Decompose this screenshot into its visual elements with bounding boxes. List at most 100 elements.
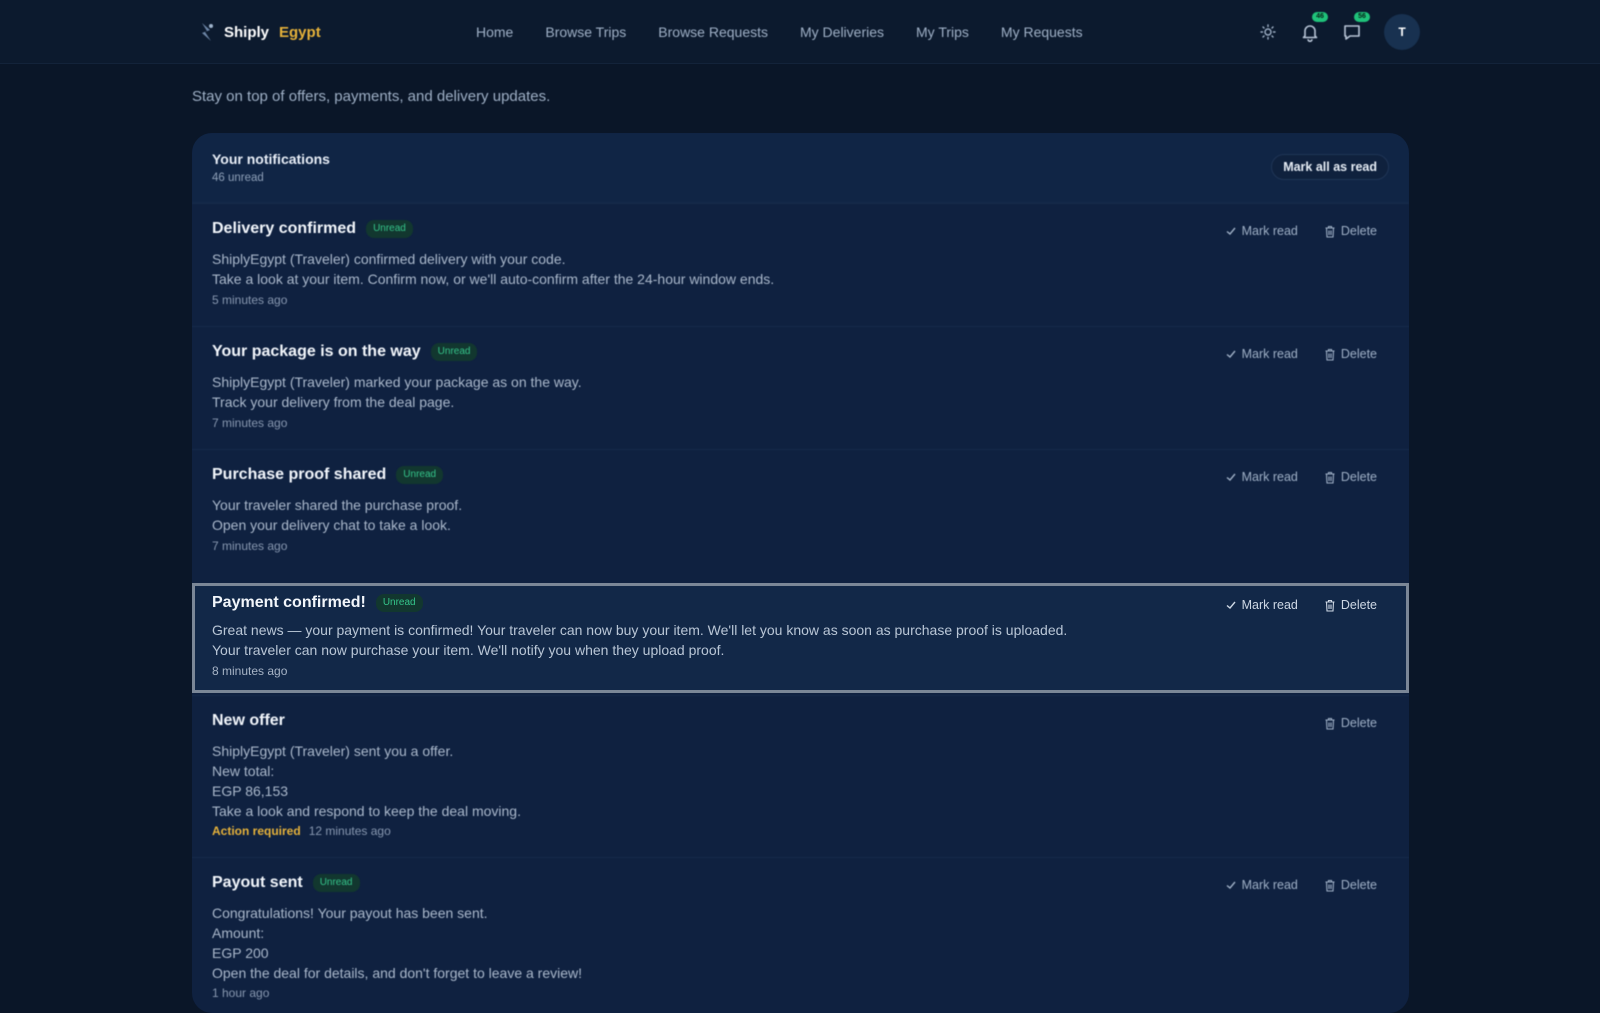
delete-label: Delete (1340, 224, 1377, 238)
check-icon (1226, 227, 1236, 235)
notification-title: Delivery confirmed (212, 220, 357, 237)
mark-read-button[interactable]: Mark read (1225, 470, 1298, 484)
notification-body-line: Open your delivery chat to take a look. (212, 517, 451, 533)
unread-summary: 46 unread (212, 172, 264, 184)
check-icon (1226, 601, 1236, 609)
top-navigation-bar: Shiply Egypt Home Browse Trips Browse Re… (0, 0, 1600, 64)
notification-time: 12 minutes ago (308, 824, 391, 838)
notifications-panel-header: Your notifications 46 unread Mark all as… (192, 133, 1409, 203)
nav-browse-trips[interactable]: Browse Trips (545, 24, 626, 40)
notification-body-line: EGP 200 (212, 945, 269, 961)
check-icon (1226, 881, 1236, 889)
notification-time: 7 minutes ago (212, 416, 288, 430)
notification-body-line: Great news — your payment is confirmed! … (212, 622, 1068, 638)
delete-button[interactable]: Delete (1324, 598, 1377, 612)
notification-body-line: ShiplyEgypt (Traveler) confirmed deliver… (212, 251, 566, 267)
trash-icon (1325, 471, 1335, 484)
notification-time: 5 minutes ago (212, 293, 288, 307)
notification-body-line: EGP 86,153 (212, 783, 289, 799)
notification-body-line: Open the deal for details, and don't for… (212, 965, 583, 981)
unread-badge: Unread (396, 466, 444, 484)
shiply-logo-icon (202, 23, 213, 41)
notification-title: Payout sent (212, 874, 303, 891)
check-icon (1226, 473, 1236, 481)
mark-read-button[interactable]: Mark read (1225, 878, 1298, 892)
mark-read-label: Mark read (1241, 347, 1298, 361)
notification-body-line: New total: (212, 763, 275, 779)
sun-icon (1260, 24, 1276, 40)
notification-body-line: Take a look and respond to keep the deal… (212, 803, 521, 819)
notifications-button[interactable]: 46 (1298, 12, 1328, 44)
brand-name: Shiply (224, 23, 270, 41)
action-required-label: Action required (212, 824, 301, 838)
notification-item[interactable]: Delivery confirmed Unread ShiplyEgypt (T… (192, 203, 1409, 326)
unread-badge: Unread (430, 343, 478, 361)
mark-read-button[interactable]: Mark read (1225, 224, 1298, 238)
notification-body-line: ShiplyEgypt (Traveler) marked your packa… (212, 374, 582, 390)
page-subtitle: Stay on top of offers, payments, and del… (192, 88, 551, 105)
delete-button[interactable]: Delete (1324, 878, 1377, 892)
header-actions: 46 56 T (1256, 12, 1420, 50)
notification-item[interactable]: Payout sent Unread Congratulations! Your… (192, 857, 1409, 1013)
mark-all-read-button[interactable]: Mark all as read (1271, 154, 1389, 180)
delete-label: Delete (1340, 878, 1377, 892)
nav-my-deliveries[interactable]: My Deliveries (800, 24, 884, 40)
notification-body-line: Amount: (212, 925, 265, 941)
notification-body-line: Track your delivery from the deal page. (212, 394, 455, 410)
mark-read-button[interactable]: Mark read (1225, 347, 1298, 361)
notification-title: New offer (212, 712, 285, 729)
theme-toggle-button[interactable] (1256, 20, 1280, 44)
mark-read-label: Mark read (1241, 224, 1298, 238)
delete-button[interactable]: Delete (1324, 347, 1377, 361)
nav-my-requests[interactable]: My Requests (1001, 24, 1083, 40)
notification-item[interactable]: Your package is on the way Unread Shiply… (192, 326, 1409, 449)
trash-icon (1325, 348, 1335, 361)
trash-icon (1325, 879, 1335, 892)
brand-accent: Egypt (279, 23, 321, 41)
trash-icon (1325, 717, 1335, 730)
notification-time: 7 minutes ago (212, 539, 288, 553)
trash-icon (1325, 599, 1335, 612)
message-count-badge: 56 (1354, 12, 1370, 22)
delete-button[interactable]: Delete (1324, 224, 1377, 238)
notification-title: Your package is on the way (212, 343, 421, 360)
unread-badge: Unread (375, 594, 423, 612)
mark-read-label: Mark read (1241, 878, 1298, 892)
notification-time: 8 minutes ago (212, 664, 288, 678)
notification-time: 1 hour ago (212, 986, 270, 1000)
notification-item[interactable]: New offer ShiplyEgypt (Traveler) sent yo… (192, 695, 1409, 857)
delete-label: Delete (1340, 470, 1377, 484)
notifications-panel: Your notifications 46 unread Mark all as… (192, 133, 1409, 1013)
check-icon (1226, 350, 1236, 358)
notification-body-line: Your traveler shared the purchase proof. (212, 497, 463, 513)
bell-icon (1302, 25, 1318, 42)
messages-button[interactable]: 56 (1340, 12, 1370, 44)
mark-read-label: Mark read (1241, 598, 1298, 612)
delete-label: Delete (1340, 716, 1377, 730)
delete-label: Delete (1340, 598, 1377, 612)
unread-badge: Unread (312, 874, 360, 892)
trash-icon (1325, 225, 1335, 238)
main-nav: Home Browse Trips Browse Requests My Del… (476, 20, 1083, 44)
mark-read-button[interactable]: Mark read (1225, 598, 1298, 612)
nav-my-trips[interactable]: My Trips (916, 24, 969, 40)
delete-button[interactable]: Delete (1324, 470, 1377, 484)
notification-title: Purchase proof shared (212, 466, 387, 483)
delete-button[interactable]: Delete (1324, 716, 1377, 730)
chat-bubble-icon (1344, 25, 1360, 40)
user-avatar-button[interactable]: T (1384, 14, 1420, 50)
mark-read-label: Mark read (1241, 470, 1298, 484)
nav-home[interactable]: Home (476, 24, 513, 40)
brand-logo-link[interactable]: Shiply Egypt (196, 18, 321, 46)
notification-body-line: Congratulations! Your payout has been se… (212, 905, 488, 921)
notification-item[interactable]: Purchase proof shared Unread Your travel… (192, 449, 1409, 571)
notification-body-line: Your traveler can now purchase your item… (212, 642, 725, 658)
notification-title: Payment confirmed! (212, 594, 366, 611)
notification-body-line: ShiplyEgypt (Traveler) sent you a offer. (212, 743, 454, 759)
notification-item-focused[interactable]: Payment confirmed! Unread Great news — y… (192, 583, 1409, 693)
notification-count-badge: 46 (1312, 12, 1328, 22)
delete-label: Delete (1340, 347, 1377, 361)
nav-browse-requests[interactable]: Browse Requests (658, 24, 768, 40)
notification-body-line: Take a look at your item. Confirm now, o… (212, 271, 775, 287)
unread-badge: Unread (366, 220, 413, 238)
